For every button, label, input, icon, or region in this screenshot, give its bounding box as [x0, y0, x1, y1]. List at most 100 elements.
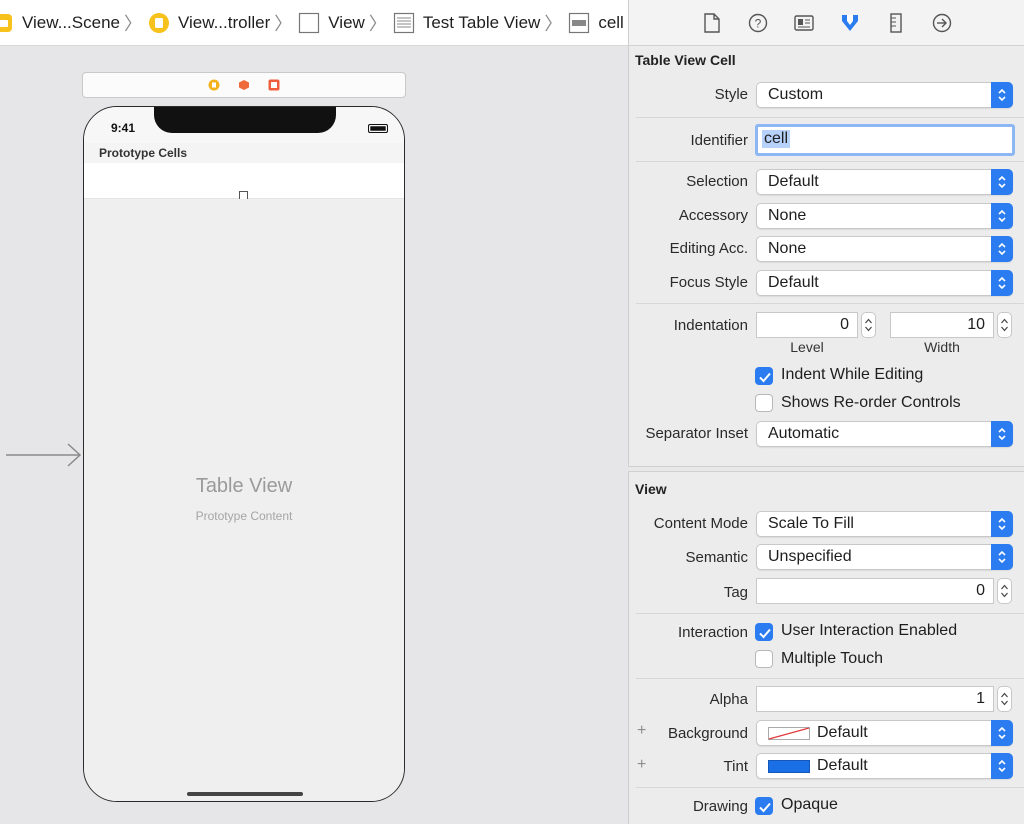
opaque-checkbox[interactable] — [755, 797, 773, 815]
chevron-updown-icon — [991, 421, 1013, 447]
tag-value: 0 — [976, 582, 985, 599]
user-interaction-checkbox[interactable] — [755, 623, 773, 641]
tint-popup[interactable]: Default — [756, 753, 1013, 779]
indent-while-editing-checkbox[interactable] — [755, 367, 773, 385]
selection-label: Selection — [686, 173, 748, 190]
style-label: Style — [714, 86, 748, 103]
table-view[interactable] — [84, 199, 404, 801]
notch — [154, 107, 336, 133]
breadcrumb-label: View...troller — [177, 13, 271, 32]
user-interaction-label[interactable]: User Interaction Enabled — [781, 622, 957, 640]
chevron-updown-icon — [991, 169, 1013, 195]
content-mode-popup[interactable]: Scale To Fill — [756, 511, 1013, 537]
shows-reorder-checkbox[interactable] — [755, 394, 773, 412]
section-separator — [628, 466, 1024, 472]
first-responder-icon[interactable] — [238, 79, 250, 91]
chevron-updown-icon — [991, 720, 1013, 746]
indentation-level-field[interactable]: 0 — [756, 312, 858, 338]
checkmark-icon — [759, 628, 771, 639]
view-controller-icon — [148, 12, 170, 34]
color-swatch-tint — [768, 760, 810, 773]
drawing-label: Drawing — [692, 798, 748, 815]
indentation-width-field[interactable]: 10 — [890, 312, 994, 338]
selection-popup[interactable]: Default — [756, 169, 1013, 195]
style-value: Custom — [768, 86, 824, 103]
semantic-popup[interactable]: Unspecified — [756, 544, 1013, 570]
editing-acc-value: None — [768, 240, 807, 257]
editing-acc-label: Editing Acc. — [669, 240, 748, 257]
selection-value: Default — [768, 173, 819, 190]
accessory-popup[interactable]: None — [756, 203, 1013, 229]
exit-icon[interactable] — [268, 79, 280, 91]
opaque-label[interactable]: Opaque — [781, 796, 838, 814]
chevron-updown-icon — [991, 270, 1013, 296]
breadcrumb-table-view[interactable]: Test Table View — [393, 0, 541, 45]
status-bar: 9:41 — [84, 107, 404, 143]
prototype-cell[interactable] — [84, 163, 404, 200]
chevron-right-icon: 〉 — [368, 13, 387, 34]
chevron-updown-icon — [991, 753, 1013, 779]
alpha-value: 1 — [976, 690, 985, 707]
indentation-width-value: 10 — [967, 316, 985, 333]
divider — [636, 613, 1024, 614]
tag-field[interactable]: 0 — [756, 578, 994, 604]
color-swatch-default — [768, 727, 810, 740]
alpha-field[interactable]: 1 — [756, 686, 994, 712]
section-title-view: View — [635, 481, 667, 497]
indentation-width-stepper[interactable] — [997, 312, 1012, 338]
divider — [636, 303, 1024, 304]
tag-stepper[interactable] — [997, 578, 1012, 604]
inspector-tabs: ? — [629, 0, 1024, 46]
chevron-right-icon: 〉 — [274, 13, 293, 34]
svg-text:?: ? — [754, 16, 761, 30]
breadcrumb-scene[interactable]: View...Scene — [0, 0, 120, 45]
separator-inset-popup[interactable]: Automatic — [756, 421, 1013, 447]
alpha-stepper[interactable] — [997, 686, 1012, 712]
prototype-cells-header: Prototype Cells — [84, 143, 404, 163]
breadcrumb-view-controller[interactable]: View...troller — [148, 0, 270, 45]
accessory-label: Accessory — [678, 207, 748, 224]
scene-dock — [82, 72, 406, 98]
separator-inset-label: Separator Inset — [645, 425, 748, 442]
background-popup[interactable]: Default — [756, 720, 1013, 746]
status-time: 9:41 — [111, 121, 136, 135]
size-inspector-icon[interactable] — [873, 0, 919, 46]
home-indicator — [187, 792, 303, 796]
semantic-value: Unspecified — [768, 548, 852, 565]
quick-help-icon[interactable]: ? — [735, 0, 781, 46]
indent-while-editing-label[interactable]: Indent While Editing — [781, 366, 923, 384]
view-icon — [298, 12, 320, 34]
semantic-label: Semantic — [685, 549, 748, 566]
breadcrumb-label: View...Scene — [22, 13, 120, 32]
editing-acc-popup[interactable]: None — [756, 236, 1013, 262]
focus-style-popup[interactable]: Default — [756, 270, 1013, 296]
background-value: Default — [817, 724, 868, 741]
breadcrumb-cell[interactable]: cell — [568, 0, 624, 45]
storyboard-scene-icon — [0, 12, 14, 34]
table-view-subtitle: Prototype Content — [195, 509, 293, 523]
table-view-icon — [393, 12, 415, 34]
focus-style-value: Default — [768, 274, 819, 291]
breadcrumb-label: Test Table View — [422, 13, 541, 32]
chevron-updown-icon — [991, 511, 1013, 537]
interaction-label: Interaction — [677, 624, 748, 641]
multiple-touch-checkbox[interactable] — [755, 650, 773, 668]
content-mode-value: Scale To Fill — [768, 515, 854, 532]
identifier-label: Identifier — [690, 132, 748, 149]
view-controller-icon[interactable] — [208, 79, 220, 91]
identifier-field[interactable]: cell — [755, 124, 1015, 156]
identity-inspector-icon[interactable] — [781, 0, 827, 46]
connections-inspector-icon[interactable] — [919, 0, 965, 46]
multiple-touch-label[interactable]: Multiple Touch — [781, 650, 883, 668]
indentation-level-stepper[interactable] — [861, 312, 876, 338]
chevron-right-icon: 〉 — [544, 13, 563, 34]
entry-point-arrow-icon[interactable] — [6, 442, 82, 468]
alpha-label: Alpha — [709, 691, 748, 708]
shows-reorder-label[interactable]: Shows Re-order Controls — [781, 394, 961, 412]
chevron-updown-icon — [991, 236, 1013, 262]
style-popup[interactable]: Custom — [756, 82, 1013, 108]
breadcrumb-view[interactable]: View — [298, 0, 365, 45]
file-inspector-icon[interactable] — [689, 0, 735, 46]
iphone-frame[interactable]: 9:41 Prototype Cells Table View Prototyp… — [83, 106, 405, 802]
attributes-inspector-icon[interactable] — [827, 0, 873, 46]
